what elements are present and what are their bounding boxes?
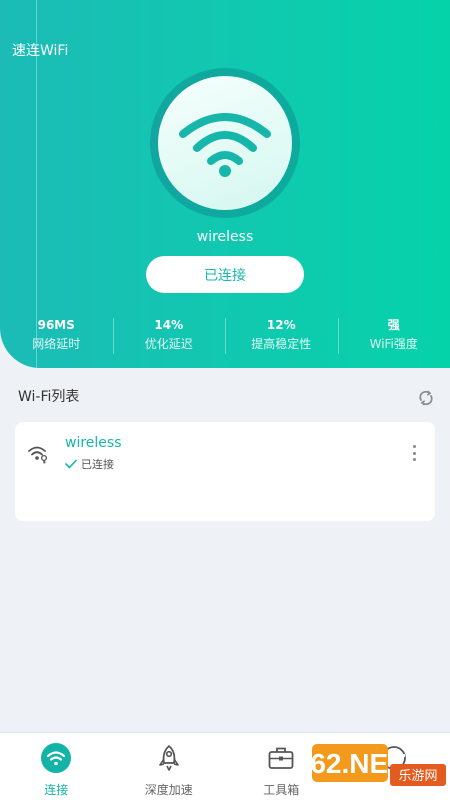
- wifi-list-item[interactable]: wireless 已连接: [15, 422, 435, 521]
- toolbox-icon: [266, 743, 296, 773]
- watermark-text-sub: 乐游网: [398, 769, 437, 784]
- more-dot: [412, 458, 416, 461]
- stat-stability: 12% 提高稳定性: [225, 316, 338, 356]
- wifi-icon: [41, 743, 72, 773]
- hero-panel: 速连WiFi wireless 已连接 96MS 网络延时 14% 优化延迟 1…: [0, 0, 450, 368]
- rocket-icon: [154, 743, 184, 773]
- app-title: 速连WiFi: [12, 43, 69, 59]
- stat-label: 提高稳定性: [251, 337, 312, 351]
- stat-value: 14%: [154, 318, 184, 332]
- wifi-icon: [179, 113, 271, 177]
- tab-label: 工具箱: [263, 783, 300, 797]
- stat-latency: 96MS 网络延时: [0, 316, 113, 356]
- wifi-connection-status: 已连接: [65, 456, 114, 472]
- refresh-button[interactable]: [416, 388, 436, 408]
- tab-connect[interactable]: 连接: [0, 733, 113, 800]
- tab-label: 深度加速: [144, 783, 193, 797]
- tab-deep-boost[interactable]: 深度加速: [113, 733, 226, 800]
- stat-label: WiFi强度: [369, 337, 418, 351]
- check-icon: [65, 459, 77, 469]
- watermark-logo: 962.NET 乐游网: [312, 744, 446, 786]
- refresh-icon: [419, 390, 433, 406]
- stat-label: 优化延迟: [144, 337, 193, 351]
- more-dot: [412, 451, 416, 455]
- wifi-status-disc[interactable]: [158, 76, 292, 210]
- more-dot: [412, 445, 416, 448]
- connection-status-button[interactable]: 已连接: [146, 256, 304, 293]
- stat-label: 网络延时: [32, 337, 81, 351]
- stat-value: 强: [387, 318, 400, 332]
- more-options-button[interactable]: [411, 445, 417, 461]
- tab-label: 连接: [44, 783, 69, 797]
- stat-optimize: 14% 优化延迟: [112, 316, 226, 356]
- wifi-status-label: 已连接: [81, 458, 114, 471]
- connected-ssid: wireless: [196, 229, 254, 245]
- stat-value: 12%: [266, 318, 296, 332]
- stat-value: 96MS: [37, 318, 75, 332]
- wifi-list-title: Wi-Fi列表: [18, 389, 80, 405]
- wifi-locked-icon: [28, 446, 48, 464]
- wifi-ssid: wireless: [65, 435, 122, 451]
- stats-row: 96MS 网络延时 14% 优化延迟 12% 提高稳定性 强 WiFi强度: [0, 316, 450, 356]
- stat-strength: 强 WiFi强度: [337, 316, 450, 356]
